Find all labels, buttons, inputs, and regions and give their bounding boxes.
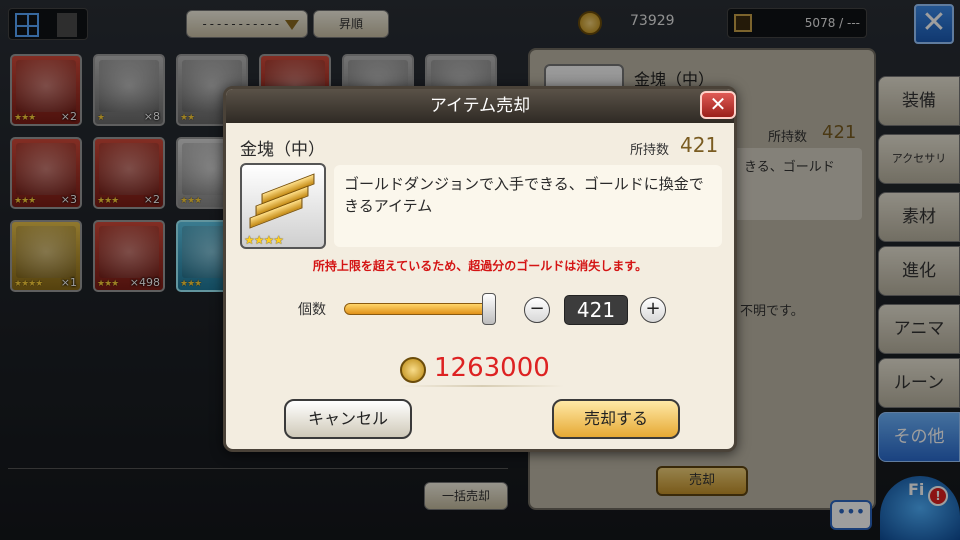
gold-coin-icon bbox=[400, 357, 426, 383]
cancel-button[interactable]: キャンセル bbox=[284, 399, 412, 439]
dialog-item-thumbnail: ★★★★ bbox=[240, 163, 326, 249]
dialog-own-label: 所持数 bbox=[630, 143, 670, 158]
increment-button[interactable]: + bbox=[640, 297, 666, 323]
rarity-stars: ★★★★ bbox=[244, 233, 284, 247]
dialog-item-name: 金塊（中） bbox=[240, 140, 325, 160]
dialog-close-button[interactable]: ✕ bbox=[700, 91, 736, 119]
sale-total: 1263000 bbox=[434, 353, 550, 383]
confirm-sell-button[interactable]: 売却する bbox=[552, 399, 680, 439]
inventory-screen: ----------- 昇順 73929 5078 / --- ✕ ★★★ ×2 ★… bbox=[0, 0, 960, 540]
dialog-own-value: 421 bbox=[680, 133, 719, 157]
dialog-title: アイテム売却 bbox=[226, 89, 734, 123]
divider bbox=[400, 385, 564, 387]
quantity-label: 個数 bbox=[298, 302, 326, 318]
quantity-value[interactable]: 421 bbox=[564, 295, 628, 325]
decrement-button[interactable]: − bbox=[524, 297, 550, 323]
gold-bar-icon bbox=[249, 173, 315, 229]
sell-item-dialog: アイテム売却 ✕ 金塊（中） 所持数 421 ★★★★ ゴールドダンジョンで入手… bbox=[223, 86, 737, 452]
overflow-warning: 所持上限を超えているため、超過分のゴールドは消失します。 bbox=[312, 259, 648, 273]
quantity-slider-handle[interactable] bbox=[482, 293, 496, 325]
dialog-item-description: ゴールドダンジョンで入手できる、ゴールドに換金できるアイテム bbox=[334, 165, 722, 247]
quantity-slider-track[interactable] bbox=[344, 303, 490, 315]
